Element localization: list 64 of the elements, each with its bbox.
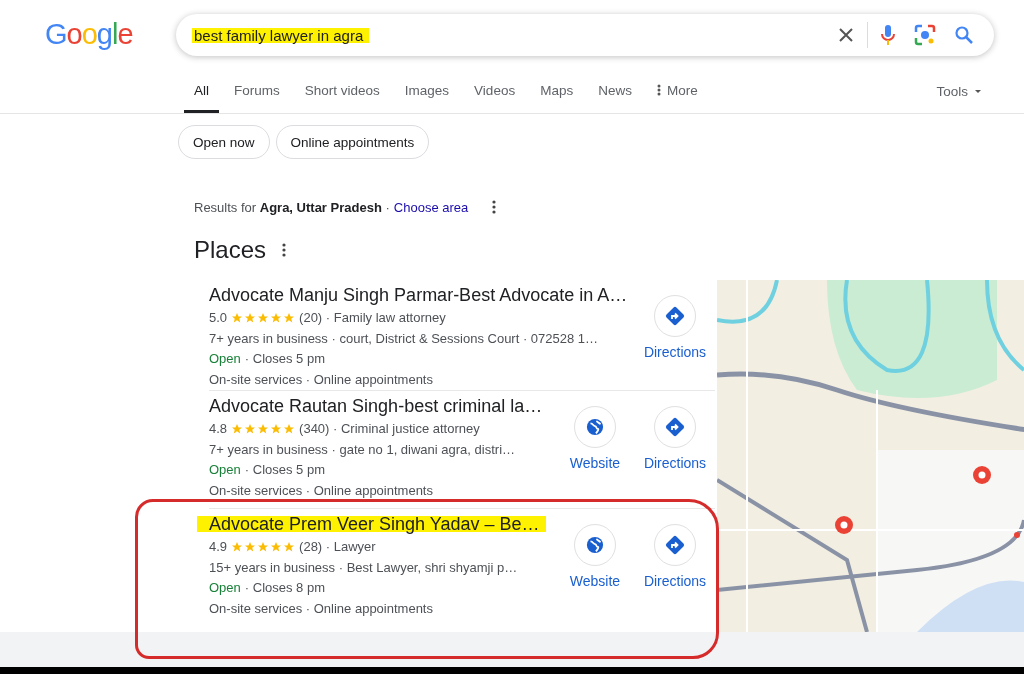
search-tab[interactable]: Videos bbox=[464, 70, 526, 113]
search-tab[interactable]: Images bbox=[394, 70, 460, 113]
caret-icon bbox=[974, 89, 982, 94]
services-text: On-site services · Online appointments bbox=[209, 481, 434, 500]
star-icon bbox=[244, 541, 257, 554]
filter-chip[interactable]: Open now bbox=[178, 125, 270, 159]
star-icon bbox=[231, 312, 244, 325]
camera-icon[interactable] bbox=[914, 24, 936, 46]
closing-time: · Closes 8 pm bbox=[244, 579, 325, 597]
more-icon bbox=[656, 84, 661, 96]
services-text: On-site services · Online appointments bbox=[209, 599, 434, 618]
star-icon bbox=[283, 312, 296, 325]
more-options-icon[interactable] bbox=[492, 200, 497, 214]
open-status: Open bbox=[209, 461, 241, 479]
star-icon bbox=[257, 423, 270, 436]
star-icon bbox=[270, 312, 283, 325]
services-text: On-site services · Online appointments bbox=[209, 370, 434, 389]
place-details: 7+ years in business · gate no 1, diwani agra, distri… bbox=[209, 440, 517, 459]
closing-time: · Closes 5 pm bbox=[244, 350, 325, 368]
tools-button[interactable]: Tools bbox=[936, 70, 982, 113]
results-location: Results for Agra, Uttar Pradesh · bbox=[194, 199, 390, 215]
microphone-icon[interactable] bbox=[880, 24, 896, 46]
search-tab[interactable]: Maps bbox=[530, 70, 584, 113]
search-tab[interactable]: Forums bbox=[224, 70, 290, 113]
search-bar[interactable]: best family lawyer in agra bbox=[176, 14, 994, 56]
search-tab[interactable]: More bbox=[646, 70, 708, 113]
star-icon bbox=[270, 541, 283, 554]
closing-time: · Closes 5 pm bbox=[244, 461, 325, 479]
review-count: (28) · Lawyer bbox=[299, 538, 376, 556]
star-icon bbox=[257, 312, 270, 325]
rating-value: 4.9 bbox=[209, 538, 228, 556]
rating-value: 5.0 bbox=[209, 309, 228, 327]
star-icon bbox=[231, 423, 244, 436]
filter-chip[interactable]: Online appointments bbox=[275, 125, 430, 159]
star-icon bbox=[244, 423, 257, 436]
place-details: 15+ years in business · Best Lawyer, shri shyamji p… bbox=[209, 558, 519, 577]
action-label[interactable]: Directions bbox=[643, 344, 707, 360]
place-details: 7+ years in business · court, District & Sessions Court · 072528 1… bbox=[209, 329, 600, 348]
open-status: Open bbox=[209, 350, 241, 368]
action-label[interactable]: Website bbox=[569, 455, 621, 471]
search-tab[interactable]: All bbox=[184, 70, 219, 113]
action-label[interactable]: Website bbox=[569, 573, 621, 589]
place-title[interactable]: Advocate Manju Singh Parmar-Best Advocate in A… bbox=[209, 283, 628, 307]
star-icon bbox=[283, 423, 296, 436]
star-icon bbox=[244, 312, 257, 325]
google-logo[interactable]: Google bbox=[45, 17, 155, 51]
choose-area-link[interactable]: Choose area bbox=[393, 199, 469, 215]
search-tab[interactable]: Short videos bbox=[294, 70, 390, 113]
place-title[interactable]: Advocate Rautan Singh-best criminal la… bbox=[209, 394, 543, 418]
section-heading: Places bbox=[194, 236, 267, 264]
star-icon bbox=[283, 541, 296, 554]
review-count: (20) · Family law attorney bbox=[299, 309, 446, 327]
rating-value: 4.8 bbox=[209, 420, 228, 438]
search-tab[interactable]: News bbox=[588, 70, 642, 113]
close-icon[interactable] bbox=[837, 26, 855, 44]
star-icon bbox=[270, 423, 283, 436]
search-icon[interactable] bbox=[954, 25, 974, 45]
action-label[interactable]: Directions bbox=[643, 455, 707, 471]
star-icon bbox=[231, 541, 244, 554]
action-label[interactable]: Directions bbox=[643, 573, 707, 589]
review-count: (340) · Criminal justice attorney bbox=[299, 420, 480, 438]
more-options-icon[interactable] bbox=[282, 243, 287, 257]
star-icon bbox=[257, 541, 270, 554]
open-status: Open bbox=[209, 579, 241, 597]
